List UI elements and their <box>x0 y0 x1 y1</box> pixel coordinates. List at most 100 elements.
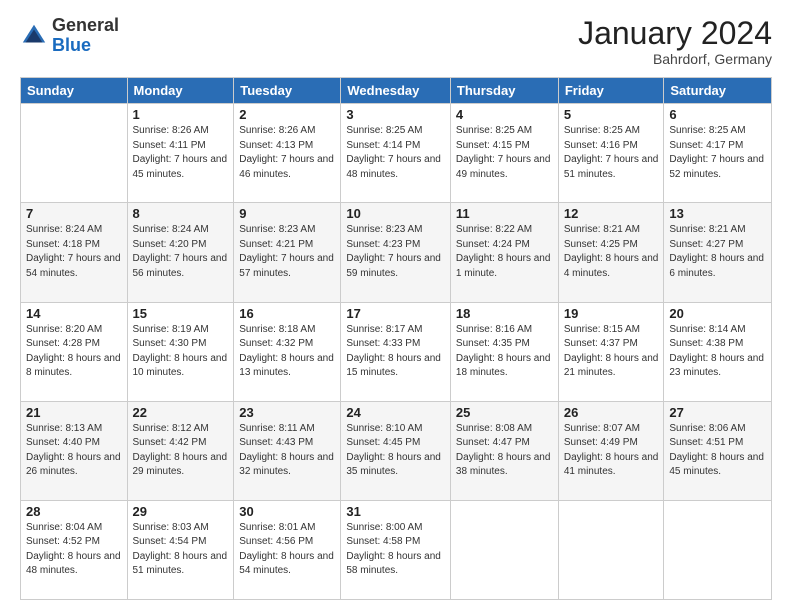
day-cell: 4Sunrise: 8:25 AMSunset: 4:15 PMDaylight… <box>450 104 558 203</box>
day-number: 25 <box>456 405 553 420</box>
day-number: 5 <box>564 107 659 122</box>
day-number: 11 <box>456 206 553 221</box>
week-row-1: 1 Sunrise: 8:26 AMSunset: 4:11 PMDaylight… <box>21 104 772 203</box>
week-row-4: 21Sunrise: 8:13 AMSunset: 4:40 PMDayligh… <box>21 401 772 500</box>
day-number: 4 <box>456 107 553 122</box>
day-number: 9 <box>239 206 335 221</box>
col-monday: Monday <box>127 78 234 104</box>
col-saturday: Saturday <box>664 78 772 104</box>
day-info: Sunrise: 8:22 AMSunset: 4:24 PMDaylight:… <box>456 223 553 281</box>
week-row-3: 14Sunrise: 8:20 AMSunset: 4:28 PMDayligh… <box>21 302 772 401</box>
calendar-table: Sunday Monday Tuesday Wednesday Thursday… <box>20 77 772 600</box>
day-cell: 19 Sunrise: 8:15 AMSunset: 4:37 PMDayligh… <box>558 302 664 401</box>
day-cell: 3 Sunrise: 8:25 AMSunset: 4:14 PMDaylight… <box>341 104 451 203</box>
day-info: Sunrise: 8:16 AMSunset: 4:35 PMDaylight:… <box>456 323 553 381</box>
col-sunday: Sunday <box>21 78 128 104</box>
day-number: 21 <box>26 405 122 420</box>
logo: General Blue <box>20 16 119 56</box>
day-number: 17 <box>346 306 445 321</box>
day-number: 19 <box>564 306 659 321</box>
day-cell: 1 Sunrise: 8:26 AMSunset: 4:11 PMDaylight… <box>127 104 234 203</box>
col-tuesday: Tuesday <box>234 78 341 104</box>
day-info: Sunrise: 8:26 AMSunset: 4:13 PMDaylight:… <box>239 124 335 182</box>
day-cell: 21Sunrise: 8:13 AMSunset: 4:40 PMDayligh… <box>21 401 128 500</box>
day-info: Sunrise: 8:24 AMSunset: 4:20 PMDaylight:… <box>133 223 229 281</box>
day-cell: 25 Sunrise: 8:08 AMSunset: 4:47 PMDayligh… <box>450 401 558 500</box>
day-cell: 8 Sunrise: 8:24 AMSunset: 4:20 PMDaylight… <box>127 203 234 302</box>
day-cell: 6 Sunrise: 8:25 AMSunset: 4:17 PMDaylight… <box>664 104 772 203</box>
col-friday: Friday <box>558 78 664 104</box>
day-number: 12 <box>564 206 659 221</box>
day-number: 1 <box>133 107 229 122</box>
day-number: 2 <box>239 107 335 122</box>
col-thursday: Thursday <box>450 78 558 104</box>
day-info: Sunrise: 8:10 AMSunset: 4:45 PMDaylight:… <box>346 422 445 480</box>
day-info: Sunrise: 8:04 AMSunset: 4:52 PMDaylight:… <box>26 521 122 579</box>
header: General Blue January 2024 Bahrdorf, Germ… <box>20 16 772 67</box>
day-info: Sunrise: 8:24 AMSunset: 4:18 PMDaylight:… <box>26 223 122 281</box>
day-cell: 12 Sunrise: 8:21 AMSunset: 4:25 PMDayligh… <box>558 203 664 302</box>
day-number: 16 <box>239 306 335 321</box>
day-cell: 10 Sunrise: 8:23 AMSunset: 4:23 PMDayligh… <box>341 203 451 302</box>
day-cell: 22 Sunrise: 8:12 AMSunset: 4:42 PMDayligh… <box>127 401 234 500</box>
day-number: 22 <box>133 405 229 420</box>
day-info: Sunrise: 8:23 AMSunset: 4:23 PMDaylight:… <box>346 223 445 281</box>
day-info: Sunrise: 8:07 AMSunset: 4:49 PMDaylight:… <box>564 422 659 480</box>
day-cell: 20Sunrise: 8:14 AMSunset: 4:38 PMDayligh… <box>664 302 772 401</box>
day-cell: 31 Sunrise: 8:00 AMSunset: 4:58 PMDayligh… <box>341 500 451 599</box>
day-number: 8 <box>133 206 229 221</box>
day-number: 7 <box>26 206 122 221</box>
day-cell <box>558 500 664 599</box>
day-info: Sunrise: 8:26 AMSunset: 4:11 PMDaylight:… <box>133 124 229 182</box>
day-cell: 7 Sunrise: 8:24 AMSunset: 4:18 PMDaylight… <box>21 203 128 302</box>
logo-blue-text: Blue <box>52 35 91 55</box>
day-number: 3 <box>346 107 445 122</box>
day-cell: 29Sunrise: 8:03 AMSunset: 4:54 PMDayligh… <box>127 500 234 599</box>
day-cell: 9Sunrise: 8:23 AMSunset: 4:21 PMDaylight… <box>234 203 341 302</box>
day-number: 27 <box>669 405 766 420</box>
day-cell: 30Sunrise: 8:01 AMSunset: 4:56 PMDayligh… <box>234 500 341 599</box>
day-number: 20 <box>669 306 766 321</box>
day-cell: 16 Sunrise: 8:18 AMSunset: 4:32 PMDayligh… <box>234 302 341 401</box>
week-row-5: 28Sunrise: 8:04 AMSunset: 4:52 PMDayligh… <box>21 500 772 599</box>
day-cell: 5 Sunrise: 8:25 AMSunset: 4:16 PMDaylight… <box>558 104 664 203</box>
location-subtitle: Bahrdorf, Germany <box>578 51 772 67</box>
day-cell: 11 Sunrise: 8:22 AMSunset: 4:24 PMDayligh… <box>450 203 558 302</box>
day-number: 6 <box>669 107 766 122</box>
day-number: 14 <box>26 306 122 321</box>
day-cell <box>21 104 128 203</box>
day-info: Sunrise: 8:21 AMSunset: 4:27 PMDaylight:… <box>669 223 766 281</box>
day-number: 30 <box>239 504 335 519</box>
month-title: January 2024 <box>578 16 772 51</box>
day-info: Sunrise: 8:25 AMSunset: 4:14 PMDaylight:… <box>346 124 445 182</box>
day-cell: 14Sunrise: 8:20 AMSunset: 4:28 PMDayligh… <box>21 302 128 401</box>
week-row-2: 7 Sunrise: 8:24 AMSunset: 4:18 PMDaylight… <box>21 203 772 302</box>
day-cell: 28Sunrise: 8:04 AMSunset: 4:52 PMDayligh… <box>21 500 128 599</box>
day-info: Sunrise: 8:08 AMSunset: 4:47 PMDaylight:… <box>456 422 553 480</box>
day-cell <box>664 500 772 599</box>
day-cell <box>450 500 558 599</box>
logo-general-text: General <box>52 15 119 35</box>
day-info: Sunrise: 8:12 AMSunset: 4:42 PMDaylight:… <box>133 422 229 480</box>
day-info: Sunrise: 8:15 AMSunset: 4:37 PMDaylight:… <box>564 323 659 381</box>
day-number: 23 <box>239 405 335 420</box>
day-info: Sunrise: 8:25 AMSunset: 4:17 PMDaylight:… <box>669 124 766 182</box>
day-number: 31 <box>346 504 445 519</box>
title-block: January 2024 Bahrdorf, Germany <box>578 16 772 67</box>
day-number: 10 <box>346 206 445 221</box>
day-cell: 18Sunrise: 8:16 AMSunset: 4:35 PMDayligh… <box>450 302 558 401</box>
day-info: Sunrise: 8:11 AMSunset: 4:43 PMDaylight:… <box>239 422 335 480</box>
day-info: Sunrise: 8:00 AMSunset: 4:58 PMDaylight:… <box>346 521 445 579</box>
day-info: Sunrise: 8:17 AMSunset: 4:33 PMDaylight:… <box>346 323 445 381</box>
day-cell: 23 Sunrise: 8:11 AMSunset: 4:43 PMDayligh… <box>234 401 341 500</box>
day-info: Sunrise: 8:25 AMSunset: 4:16 PMDaylight:… <box>564 124 659 182</box>
day-info: Sunrise: 8:19 AMSunset: 4:30 PMDaylight:… <box>133 323 229 381</box>
logo-icon <box>20 22 48 50</box>
day-info: Sunrise: 8:18 AMSunset: 4:32 PMDaylight:… <box>239 323 335 381</box>
day-cell: 2 Sunrise: 8:26 AMSunset: 4:13 PMDaylight… <box>234 104 341 203</box>
day-cell: 27Sunrise: 8:06 AMSunset: 4:51 PMDayligh… <box>664 401 772 500</box>
day-number: 24 <box>346 405 445 420</box>
col-wednesday: Wednesday <box>341 78 451 104</box>
day-info: Sunrise: 8:21 AMSunset: 4:25 PMDaylight:… <box>564 223 659 281</box>
logo-text: General Blue <box>52 16 119 56</box>
